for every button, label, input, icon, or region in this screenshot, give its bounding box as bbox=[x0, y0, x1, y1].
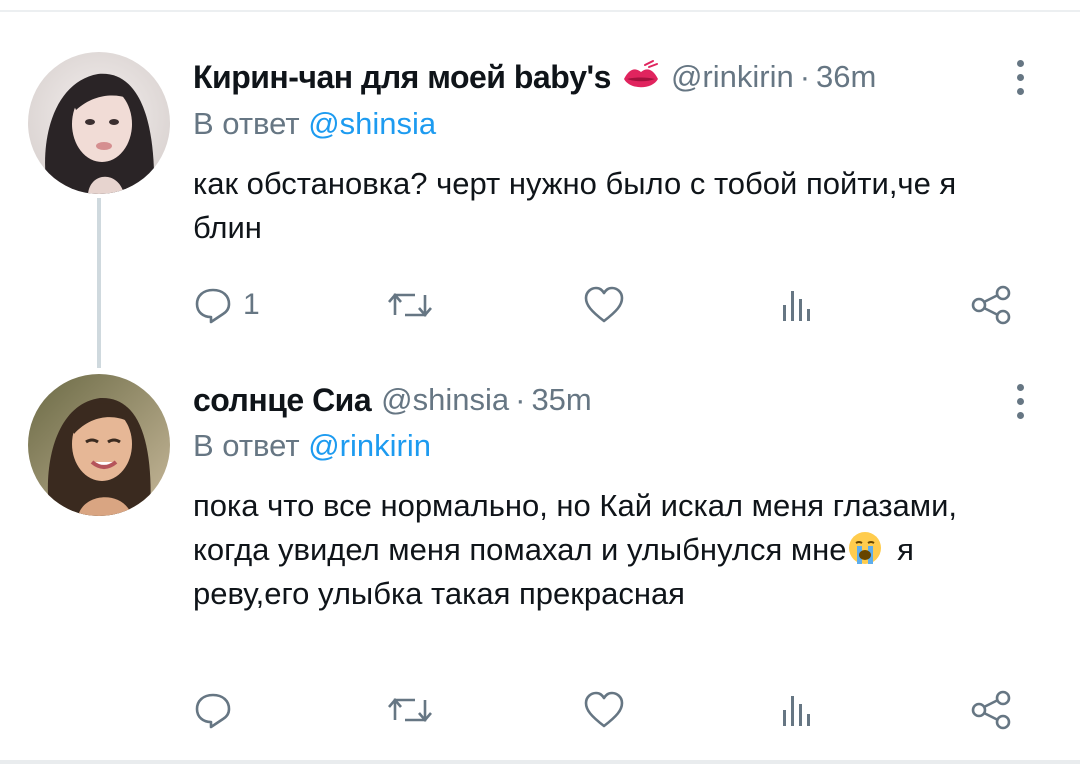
display-name[interactable]: Кирин-чан для моей baby's bbox=[193, 59, 611, 96]
heart-icon bbox=[584, 286, 624, 323]
analytics-icon bbox=[783, 696, 810, 726]
share-button[interactable] bbox=[970, 685, 1012, 735]
tweet-text: как обстановка? черт нужно было с тобой … bbox=[193, 166, 957, 245]
avatar-shinsia[interactable] bbox=[28, 374, 170, 516]
like-button[interactable] bbox=[583, 685, 625, 735]
username-handle[interactable]: @shinsia bbox=[381, 382, 509, 418]
tweet-header: солнце Сиа @shinsia · 35m bbox=[193, 380, 592, 420]
display-name[interactable]: солнце Сиа bbox=[193, 382, 372, 419]
retweet-icon bbox=[388, 293, 432, 317]
loudly-crying-face-emoji-icon bbox=[847, 530, 883, 566]
tweet-actions bbox=[0, 685, 1080, 735]
analytics-button[interactable] bbox=[778, 280, 814, 330]
tweet-header: Кирин-чан для моей baby's @rinkirin · 36… bbox=[193, 57, 876, 97]
reply-button[interactable] bbox=[193, 685, 243, 735]
timestamp[interactable]: 36m bbox=[816, 59, 876, 95]
replying-to-label: В ответ bbox=[193, 106, 300, 141]
replying-to-label: В ответ bbox=[193, 428, 300, 463]
reply-icon bbox=[195, 288, 231, 324]
reply-button[interactable]: 1 bbox=[193, 280, 260, 330]
separator-dot: · bbox=[799, 59, 811, 94]
tweet-text: пока что все нормально, но Кай искал мен… bbox=[193, 484, 1013, 616]
top-divider bbox=[0, 10, 1080, 12]
tweet-1[interactable]: Кирин-чан для моей baby's @rinkirin · 36… bbox=[0, 40, 1080, 368]
tweet-text-part-1: пока что все нормально, но Кай искал мен… bbox=[193, 488, 958, 567]
separator-dot: · bbox=[515, 382, 526, 417]
replying-to: В ответ @shinsia bbox=[193, 106, 436, 142]
analytics-icon bbox=[783, 291, 810, 321]
heart-icon bbox=[584, 691, 624, 728]
reply-count: 1 bbox=[243, 288, 260, 321]
tweet-actions: 1 bbox=[0, 280, 1080, 330]
bottom-divider bbox=[0, 760, 1080, 764]
like-button[interactable] bbox=[583, 280, 625, 330]
reply-mention-link[interactable]: @shinsia bbox=[308, 106, 436, 141]
more-vertical-icon[interactable] bbox=[1010, 382, 1030, 422]
retweet-button[interactable] bbox=[387, 685, 433, 735]
avatar-rinkirin[interactable] bbox=[28, 52, 170, 194]
share-button[interactable] bbox=[970, 280, 1012, 330]
timestamp[interactable]: 35m bbox=[531, 382, 591, 418]
reply-icon bbox=[195, 693, 231, 729]
kiss-mark-emoji-icon bbox=[621, 57, 661, 97]
more-vertical-icon[interactable] bbox=[1010, 58, 1030, 98]
reply-mention-link[interactable]: @rinkirin bbox=[308, 428, 431, 463]
retweet-icon bbox=[388, 698, 432, 722]
retweet-button[interactable] bbox=[387, 280, 433, 330]
share-icon bbox=[971, 285, 1011, 325]
analytics-button[interactable] bbox=[778, 685, 814, 735]
share-icon bbox=[971, 690, 1011, 730]
username-handle[interactable]: @rinkirin bbox=[671, 59, 794, 95]
tweet-2[interactable]: солнце Сиа @shinsia · 35m В ответ @rinki… bbox=[0, 360, 1080, 760]
replying-to: В ответ @rinkirin bbox=[193, 428, 431, 464]
